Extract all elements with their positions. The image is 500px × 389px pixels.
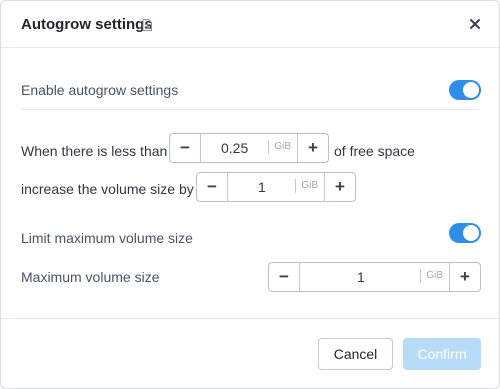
increase-value: 1 [258, 179, 266, 195]
max-size-stepper: − 1 GiB + [268, 262, 481, 292]
increase-prefix-label: increase the volume size by [21, 181, 194, 197]
threshold-unit: GiB [268, 140, 291, 154]
max-size-increment-button[interactable]: + [449, 263, 480, 291]
enable-autogrow-toggle[interactable] [449, 80, 481, 100]
max-size-value: 1 [357, 269, 365, 285]
threshold-suffix-label: of free space [334, 143, 415, 159]
threshold-input[interactable]: 0.25 GiB [201, 134, 297, 162]
cancel-button[interactable]: Cancel [318, 338, 393, 370]
increase-decrement-button[interactable]: − [197, 173, 228, 201]
toggle-knob [463, 225, 479, 241]
threshold-decrement-button[interactable]: − [170, 134, 201, 162]
toggle-knob [463, 82, 479, 98]
footer-divider [1, 318, 499, 319]
increase-input[interactable]: 1 GiB [228, 173, 324, 201]
divider [21, 109, 479, 110]
threshold-stepper: − 0.25 GiB + [169, 133, 329, 163]
increase-increment-button[interactable]: + [324, 173, 355, 201]
max-size-input[interactable]: 1 GiB [300, 263, 449, 291]
dialog-title: Autogrow settings [21, 16, 153, 33]
increase-stepper: − 1 GiB + [196, 172, 356, 202]
threshold-increment-button[interactable]: + [297, 134, 328, 162]
increase-unit: GiB [295, 179, 318, 193]
confirm-button[interactable]: Confirm [403, 338, 481, 370]
threshold-value: 0.25 [221, 140, 249, 156]
close-icon[interactable] [465, 14, 485, 34]
max-size-unit: GiB [420, 269, 443, 283]
document-icon[interactable] [142, 18, 152, 31]
dialog-header: Autogrow settings [1, 1, 499, 48]
limit-max-size-label: Limit maximum volume size [21, 230, 193, 246]
threshold-prefix-label: When there is less than [21, 143, 168, 159]
limit-max-size-toggle[interactable] [449, 223, 481, 243]
max-size-label: Maximum volume size [21, 269, 160, 285]
autogrow-settings-dialog: Autogrow settings Enable autogrow settin… [0, 0, 500, 389]
enable-autogrow-label: Enable autogrow settings [21, 82, 179, 98]
max-size-decrement-button[interactable]: − [269, 263, 300, 291]
